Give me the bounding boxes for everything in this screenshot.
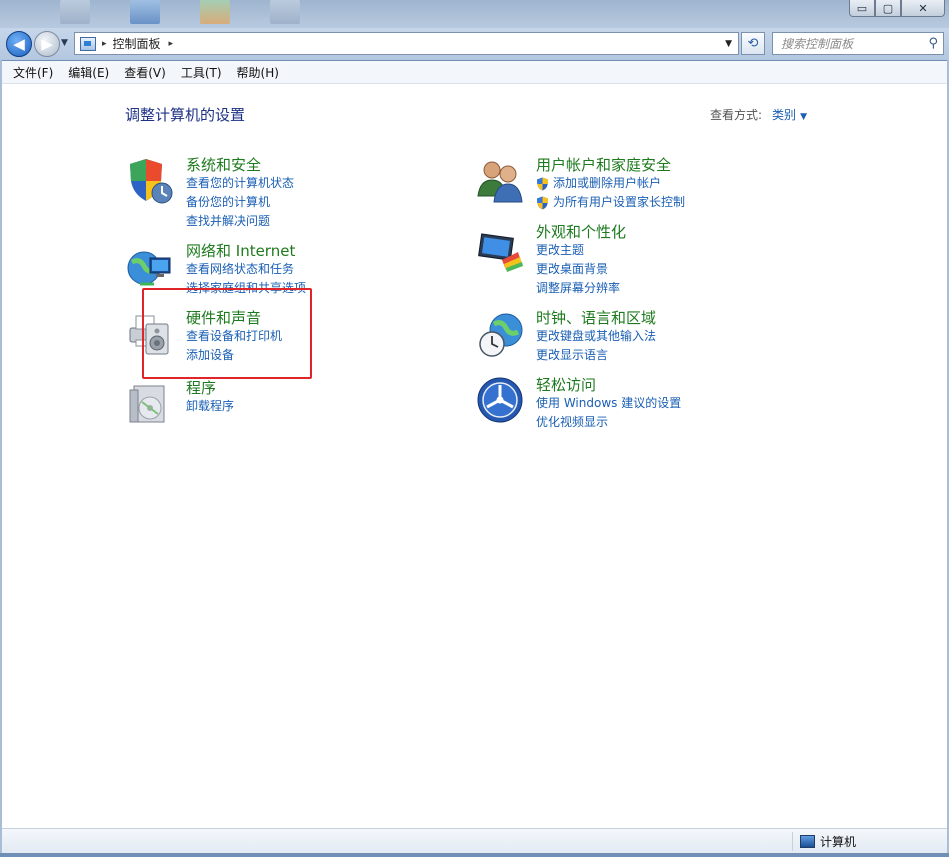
link-display-language[interactable]: 更改显示语言 <box>536 346 656 365</box>
link-optimize-display[interactable]: 优化视频显示 <box>536 413 681 432</box>
uac-shield-icon <box>537 177 548 190</box>
menu-help[interactable]: 帮助(H) <box>237 64 279 81</box>
menu-bar: 文件(F) 编辑(E) 查看(V) 工具(T) 帮助(H) <box>2 61 947 84</box>
status-computer: 计算机 <box>800 833 856 850</box>
link-network-status[interactable]: 查看网络状态和任务 <box>186 260 306 279</box>
link-text[interactable]: 为所有用户设置家长控制 <box>553 193 685 212</box>
category-ease-of-access: 轻松访问 使用 Windows 建议的设置 优化视频显示 <box>536 376 681 432</box>
maximize-button[interactable]: ▢ <box>875 0 901 17</box>
link-text[interactable]: 添加或删除用户帐户 <box>553 174 661 193</box>
link-troubleshoot[interactable]: 查找并解决问题 <box>186 212 294 231</box>
status-bar: 计算机 <box>2 828 947 853</box>
user-accounts-icon[interactable] <box>476 156 524 204</box>
breadcrumb-arrow-icon[interactable]: ▸ <box>102 39 107 49</box>
window-border <box>0 853 949 857</box>
navigation-bar: ◀ ▶ ▼ ▸ 控制面板 ▸ ▼ ⟲ 搜索控制面板 ⚲ <box>0 28 949 60</box>
status-computer-label: 计算机 <box>820 835 857 849</box>
category-title-ease[interactable]: 轻松访问 <box>536 376 681 394</box>
category-title-network[interactable]: 网络和 Internet <box>186 242 306 260</box>
search-placeholder: 搜索控制面板 <box>781 37 854 51</box>
link-devices-printers[interactable]: 查看设备和打印机 <box>186 327 282 346</box>
category-user-accounts: 用户帐户和家庭安全 添加或删除用户帐户 为所有用户设置家长控制 <box>536 156 685 212</box>
minimize-button[interactable]: ▭ <box>849 0 875 17</box>
link-parental-controls[interactable]: 为所有用户设置家长控制 <box>536 193 685 212</box>
computer-icon <box>800 835 815 848</box>
link-view-status[interactable]: 查看您的计算机状态 <box>186 174 294 193</box>
clock-globe-icon[interactable] <box>476 310 524 358</box>
menu-edit[interactable]: 编辑(E) <box>68 64 109 81</box>
category-appearance: 外观和个性化 更改主题 更改桌面背景 调整屏幕分辨率 <box>536 223 626 298</box>
category-programs: 程序 卸载程序 <box>186 379 234 416</box>
window-controls: ▭ ▢ ✕ <box>849 0 945 17</box>
page-title: 调整计算机的设置 <box>125 106 246 124</box>
link-homegroup[interactable]: 选择家庭组和共享选项 <box>186 279 306 298</box>
category-title-appearance[interactable]: 外观和个性化 <box>536 223 626 241</box>
link-recommended-settings[interactable]: 使用 Windows 建议的设置 <box>536 394 681 413</box>
appearance-monitor-icon[interactable] <box>476 230 524 278</box>
category-clock-language-region: 时钟、语言和区域 更改键盘或其他输入法 更改显示语言 <box>536 309 656 365</box>
breadcrumb-arrow-icon[interactable]: ▸ <box>169 39 174 49</box>
category-title-clock[interactable]: 时钟、语言和区域 <box>536 309 656 327</box>
breadcrumb-control-panel[interactable]: 控制面板 <box>113 35 161 52</box>
view-by-label: 查看方式: <box>710 108 763 122</box>
menu-file[interactable]: 文件(F) <box>13 64 53 81</box>
forward-button[interactable]: ▶ <box>34 31 60 57</box>
thumbnail <box>60 0 90 24</box>
ease-of-access-icon[interactable] <box>476 376 524 424</box>
control-panel-icon <box>80 36 96 51</box>
menu-tools[interactable]: 工具(T) <box>181 64 222 81</box>
uac-shield-icon <box>537 196 548 209</box>
link-backup[interactable]: 备份您的计算机 <box>186 193 294 212</box>
menu-view[interactable]: 查看(V) <box>124 64 166 81</box>
printer-speaker-icon[interactable] <box>126 310 174 358</box>
programs-box-icon[interactable] <box>126 380 174 428</box>
security-shield-icon[interactable] <box>126 156 174 204</box>
back-button[interactable]: ◀ <box>6 31 32 57</box>
address-bar[interactable]: ▸ 控制面板 ▸ ▼ <box>74 32 739 55</box>
control-panel-content: 调整计算机的设置 查看方式: 类别 ▼ 系统和安全 查看您的计算机状态 备份您的计算… <box>2 84 947 828</box>
thumbnail <box>200 0 230 24</box>
category-title-users[interactable]: 用户帐户和家庭安全 <box>536 156 685 174</box>
close-button[interactable]: ✕ <box>901 0 945 17</box>
status-divider <box>792 832 793 851</box>
link-screen-resolution[interactable]: 调整屏幕分辨率 <box>536 279 626 298</box>
category-system-security: 系统和安全 查看您的计算机状态 备份您的计算机 查找并解决问题 <box>186 156 294 231</box>
network-globe-icon[interactable] <box>126 244 174 292</box>
thumbnail <box>270 0 300 24</box>
taskbar-thumbnails <box>60 0 300 26</box>
category-title-hardware[interactable]: 硬件和声音 <box>186 309 282 327</box>
view-by-dropdown[interactable]: 类别 <box>772 108 796 122</box>
refresh-button[interactable]: ⟲ <box>741 32 765 55</box>
link-keyboard-input[interactable]: 更改键盘或其他输入法 <box>536 327 656 346</box>
category-title-programs[interactable]: 程序 <box>186 379 234 397</box>
search-icon[interactable]: ⚲ <box>928 36 938 51</box>
category-network-internet: 网络和 Internet 查看网络状态和任务 选择家庭组和共享选项 <box>186 242 306 298</box>
category-hardware-sound: 硬件和声音 查看设备和打印机 添加设备 <box>186 309 282 365</box>
address-dropdown-icon[interactable]: ▼ <box>725 39 732 49</box>
link-desktop-background[interactable]: 更改桌面背景 <box>536 260 626 279</box>
thumbnail <box>130 0 160 24</box>
link-uninstall-program[interactable]: 卸载程序 <box>186 397 234 416</box>
link-add-remove-users[interactable]: 添加或删除用户帐户 <box>536 174 685 193</box>
title-bar: ▭ ▢ ✕ <box>0 0 949 30</box>
chevron-down-icon[interactable]: ▼ <box>800 112 807 122</box>
recent-pages-chevron-down-icon[interactable]: ▼ <box>61 38 68 48</box>
view-by: 查看方式: 类别 ▼ <box>710 106 807 123</box>
link-change-theme[interactable]: 更改主题 <box>536 241 626 260</box>
link-add-device[interactable]: 添加设备 <box>186 346 282 365</box>
category-title-system[interactable]: 系统和安全 <box>186 156 294 174</box>
search-input[interactable]: 搜索控制面板 ⚲ <box>772 32 944 55</box>
